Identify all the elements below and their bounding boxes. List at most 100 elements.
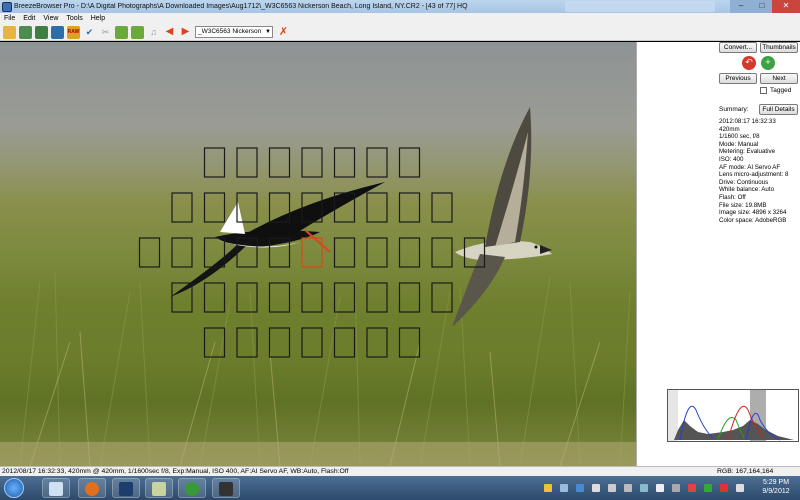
af-point bbox=[301, 327, 323, 358]
taskbar-breezebrowser[interactable] bbox=[212, 478, 240, 498]
tray-icon[interactable] bbox=[544, 484, 552, 492]
open-folder-icon[interactable] bbox=[3, 25, 16, 39]
tray-icon[interactable] bbox=[608, 484, 616, 492]
raw-icon[interactable]: RAW bbox=[67, 25, 80, 39]
export-batch-icon[interactable] bbox=[131, 25, 144, 39]
previous-button[interactable]: Previous bbox=[719, 73, 757, 84]
af-point bbox=[171, 237, 193, 268]
af-point bbox=[366, 282, 388, 313]
thumbnail-grid-icon[interactable] bbox=[19, 25, 32, 39]
detail-line: Lens micro-adjustment: 8 bbox=[719, 171, 789, 179]
tools-icon[interactable]: ✂ bbox=[99, 26, 112, 39]
convert-button[interactable]: Convert... bbox=[719, 42, 757, 53]
volume-icon[interactable] bbox=[736, 484, 744, 492]
menu-tools[interactable]: Tools bbox=[62, 15, 86, 22]
af-point bbox=[236, 327, 258, 358]
af-point bbox=[398, 192, 421, 223]
next-button[interactable]: Next bbox=[760, 73, 798, 84]
minimize-button[interactable]: – bbox=[730, 0, 752, 13]
chevron-down-icon: ▼ bbox=[265, 29, 271, 35]
arrow-right-icon[interactable]: ▶ bbox=[179, 26, 192, 39]
explorer-icon bbox=[152, 482, 166, 496]
start-button[interactable] bbox=[4, 478, 24, 498]
af-point bbox=[333, 237, 356, 268]
taskbar-notepad[interactable] bbox=[42, 478, 70, 498]
thumbnails-button[interactable]: Thumbnails bbox=[760, 42, 798, 53]
detail-line: White balance: Auto bbox=[719, 186, 775, 194]
detail-line: Drive: Continuous bbox=[719, 178, 769, 186]
detail-line: 2012:08:17 16:32:33 bbox=[719, 118, 776, 125]
status-text: 2012/08/17 16:32:33, 420mm @ 420mm, 1/16… bbox=[2, 468, 349, 475]
notepad-icon bbox=[49, 482, 63, 496]
menu-view[interactable]: View bbox=[39, 15, 62, 22]
full-details-button[interactable]: Full Details bbox=[759, 104, 798, 115]
checkmark-icon[interactable]: ✔ bbox=[83, 26, 96, 39]
clock-date[interactable]: 9/9/2012 bbox=[756, 488, 796, 495]
close-button[interactable]: ✕ bbox=[772, 0, 800, 13]
arrow-left-icon[interactable]: ◀ bbox=[163, 26, 176, 39]
tray-icon[interactable] bbox=[720, 484, 728, 492]
windows-taskbar: 5:29 PM 9/9/2012 bbox=[0, 476, 800, 500]
detail-line: ISO: 400 bbox=[719, 155, 744, 163]
menu-file[interactable]: File bbox=[0, 15, 19, 22]
tray-icon[interactable] bbox=[656, 484, 664, 492]
maximize-button[interactable]: □ bbox=[752, 0, 772, 13]
af-point bbox=[171, 192, 193, 223]
menu-help[interactable]: Help bbox=[87, 15, 109, 22]
af-point bbox=[236, 282, 258, 313]
af-point bbox=[301, 282, 323, 313]
summary-label: Summary: bbox=[719, 106, 749, 113]
af-point bbox=[268, 282, 291, 313]
single-image-icon[interactable] bbox=[51, 25, 64, 39]
menu-edit[interactable]: Edit bbox=[19, 15, 39, 22]
tray-icon[interactable] bbox=[624, 484, 632, 492]
detail-line: 1/1600 sec, f/8 bbox=[719, 133, 760, 141]
af-point bbox=[203, 282, 226, 313]
photoshop-icon bbox=[119, 482, 133, 496]
tray-icon[interactable] bbox=[704, 484, 712, 492]
juvenile-bird bbox=[452, 107, 552, 327]
af-point bbox=[398, 327, 421, 358]
next-arrow-icon[interactable]: + bbox=[761, 56, 775, 70]
tray-icon[interactable] bbox=[560, 484, 568, 492]
taskbar-chrome[interactable] bbox=[178, 478, 206, 498]
taskbar-firefox[interactable] bbox=[78, 478, 106, 498]
main-photo[interactable] bbox=[0, 42, 636, 466]
af-point bbox=[236, 147, 258, 178]
clock-time[interactable]: 5:29 PM bbox=[756, 479, 796, 486]
exif-details: 2012:08:17 16:32:33 420mm 1/1600 sec, f/… bbox=[719, 118, 799, 224]
af-point bbox=[333, 327, 356, 358]
tagged-checkbox[interactable] bbox=[760, 87, 767, 94]
export-image-icon[interactable] bbox=[115, 25, 128, 39]
detail-line: Metering: Evaluative bbox=[719, 148, 776, 156]
tray-icon[interactable] bbox=[688, 484, 696, 492]
af-point bbox=[398, 147, 421, 178]
tray-icon[interactable] bbox=[592, 484, 600, 492]
info-panel: Convert... Thumbnails ↶ + Previous Next … bbox=[636, 42, 800, 466]
af-point bbox=[366, 147, 388, 178]
af-point bbox=[366, 237, 388, 268]
detail-line: Mode: Manual bbox=[719, 140, 759, 148]
small-grid-icon[interactable] bbox=[35, 25, 48, 39]
status-bar: 2012/08/17 16:32:33, 420mm @ 420mm, 1/16… bbox=[0, 466, 800, 476]
af-point bbox=[366, 192, 388, 223]
firefox-icon bbox=[85, 482, 99, 496]
network-icon[interactable] bbox=[640, 484, 648, 492]
previous-arrow-icon[interactable]: ↶ bbox=[742, 56, 756, 70]
bluetooth-icon[interactable] bbox=[576, 484, 584, 492]
toolbar: RAW ✔ ✂ ♫ ◀ ▶ _W3C6563 Nickerson ▼ ✗ bbox=[0, 24, 800, 41]
menu-bar: File Edit View Tools Help bbox=[0, 13, 800, 24]
delete-icon[interactable]: ✗ bbox=[277, 26, 290, 39]
taskbar-photoshop[interactable] bbox=[112, 478, 140, 498]
taskbar-explorer[interactable] bbox=[145, 478, 173, 498]
chrome-icon bbox=[185, 482, 199, 496]
detail-line: AF mode: AI Servo AF bbox=[719, 163, 781, 171]
af-point bbox=[203, 192, 226, 223]
file-select-value: _W3C6563 Nickerson bbox=[198, 28, 262, 35]
af-point bbox=[333, 147, 356, 178]
music-note-icon[interactable]: ♫ bbox=[147, 26, 160, 39]
detail-line: 420mm bbox=[719, 125, 740, 133]
file-select[interactable]: _W3C6563 Nickerson ▼ bbox=[195, 26, 273, 38]
system-tray bbox=[540, 478, 770, 498]
tray-icon[interactable] bbox=[672, 484, 680, 492]
